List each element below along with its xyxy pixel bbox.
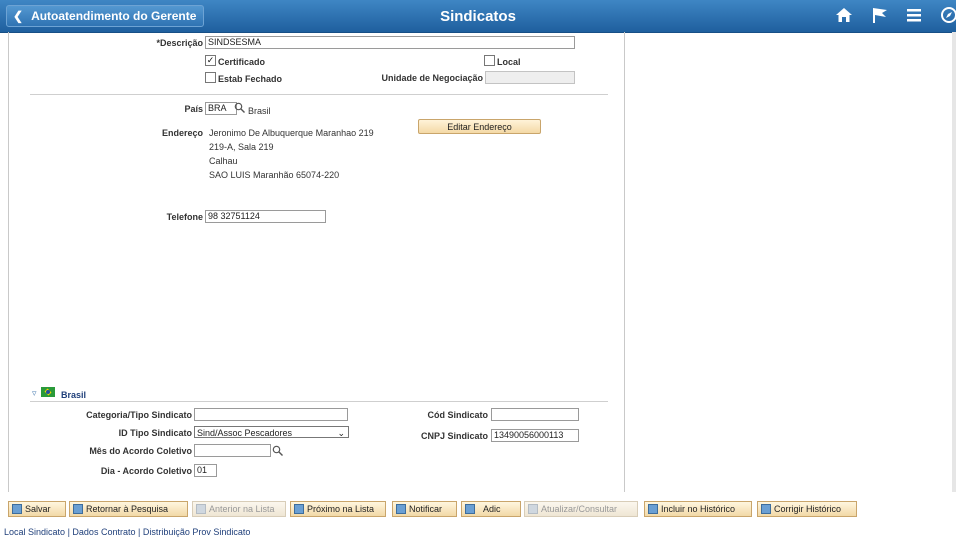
correct-history-icon	[761, 504, 771, 514]
mes-acordo-input[interactable]	[194, 444, 271, 457]
save-icon	[12, 504, 22, 514]
add-label: Adic	[483, 504, 501, 514]
back-button-label: Autoatendimento do Gerente	[31, 9, 197, 23]
cod-sindicato-label: Cód Sindicato	[427, 410, 489, 420]
add-button[interactable]: Adic	[461, 501, 521, 517]
save-button[interactable]: Salvar	[8, 501, 66, 517]
cnpj-input[interactable]: 13490056000113	[491, 429, 579, 442]
categoria-label: Categoria/Tipo Sindicato	[86, 410, 192, 420]
local-label: Local	[497, 57, 521, 67]
unidade-negociacao-input	[485, 71, 575, 84]
previous-in-list-button[interactable]: Anterior na Lista	[192, 501, 286, 517]
estab-fechado-label: Estab Fechado	[218, 74, 283, 84]
previous-in-list-label: Anterior na Lista	[209, 504, 275, 514]
brasil-section-divider	[30, 401, 608, 402]
save-button-label: Salvar	[25, 504, 51, 514]
link-distribuicao[interactable]: Distribuição Prov Sindicato	[143, 527, 251, 537]
action-toolbar: Salvar Retornar à Pesquisa Anterior na L…	[0, 501, 956, 517]
chevron-left-icon: ❮	[13, 9, 24, 23]
endereco-line-4: SAO LUIS Maranhão 65074-220	[209, 170, 340, 180]
link-dados-contrato[interactable]: Dados Contrato	[72, 527, 135, 537]
include-history-label: Incluir no Histórico	[661, 504, 736, 514]
update-display-label: Atualizar/Consultar	[541, 504, 618, 514]
home-icon[interactable]	[835, 6, 853, 28]
estab-fechado-checkbox[interactable]	[205, 72, 216, 83]
telefone-input[interactable]: 98 32751124	[205, 210, 326, 223]
notify-label: Notificar	[409, 504, 443, 514]
link-local-sindicato[interactable]: Local Sindicato	[4, 527, 65, 537]
id-tipo-select[interactable]: Sind/Assoc Pescadores ⌄	[194, 426, 349, 438]
certificado-checkbox[interactable]: ✓	[205, 55, 216, 66]
include-history-icon	[648, 504, 658, 514]
cod-sindicato-input[interactable]	[491, 408, 579, 421]
descricao-label: *Descrição	[156, 38, 203, 48]
telefone-label: Telefone	[166, 212, 203, 222]
update-icon	[528, 504, 538, 514]
descricao-input[interactable]: SINDSESMA	[205, 36, 575, 49]
compass-icon[interactable]	[940, 6, 956, 28]
id-tipo-selected-value: Sind/Assoc Pescadores	[197, 428, 293, 438]
pais-search-icon[interactable]	[234, 102, 245, 113]
id-tipo-label: ID Tipo Sindicato	[118, 428, 192, 438]
chevron-down-icon: ⌄	[337, 428, 345, 438]
brazil-flag-icon	[41, 387, 55, 397]
back-button[interactable]: ❮ Autoatendimento do Gerente	[6, 5, 204, 27]
link-separator: |	[137, 527, 141, 537]
return-arrow-icon	[73, 504, 83, 514]
next-icon	[294, 504, 304, 514]
endereco-line-1: Jeronimo De Albuquerque Maranhao 219	[209, 128, 374, 138]
link-separator: |	[67, 527, 70, 537]
add-icon	[465, 504, 475, 514]
endereco-label: Endereço	[161, 128, 203, 138]
editar-endereco-button[interactable]: Editar Endereço	[418, 119, 541, 134]
return-to-search-button[interactable]: Retornar à Pesquisa	[69, 501, 188, 517]
dia-acordo-label: Dia - Acordo Coletivo	[100, 466, 192, 476]
mes-acordo-label: Mês do Acordo Coletivo	[89, 446, 192, 456]
correct-history-label: Corrigir Histórico	[774, 504, 842, 514]
include-history-button[interactable]: Incluir no Histórico	[644, 501, 752, 517]
notify-button[interactable]: Notificar	[392, 501, 457, 517]
pais-name: Brasil	[248, 106, 271, 116]
menu-icon[interactable]	[905, 6, 923, 28]
top-banner: ❮ Autoatendimento do Gerente Sindicatos	[0, 0, 956, 33]
dia-acordo-input[interactable]: 01	[194, 464, 217, 477]
next-in-list-button[interactable]: Próximo na Lista	[290, 501, 386, 517]
vertical-scrollbar[interactable]	[952, 32, 956, 492]
pais-input[interactable]: BRA	[205, 102, 237, 115]
update-display-button[interactable]: Atualizar/Consultar	[524, 501, 638, 517]
flag-icon[interactable]	[871, 6, 889, 28]
cnpj-label: CNPJ Sindicato	[420, 431, 488, 441]
collapse-triangle-icon[interactable]: ▿	[32, 388, 37, 399]
brasil-section-title: Brasil	[61, 390, 87, 400]
unidade-negociacao-label: Unidade de Negociação	[381, 73, 483, 83]
page-links: Local Sindicato | Dados Contrato | Distr…	[4, 527, 250, 537]
endereco-line-3: Calhau	[209, 156, 238, 166]
mes-acordo-search-icon[interactable]	[272, 445, 283, 456]
correct-history-button[interactable]: Corrigir Histórico	[757, 501, 857, 517]
next-in-list-label: Próximo na Lista	[307, 504, 375, 514]
notify-icon	[396, 504, 406, 514]
endereco-line-2: 219-A, Sala 219	[209, 142, 274, 152]
categoria-input[interactable]	[194, 408, 348, 421]
return-to-search-label: Retornar à Pesquisa	[86, 504, 169, 514]
main-content-panel	[8, 32, 625, 492]
local-checkbox[interactable]	[484, 55, 495, 66]
section-divider	[30, 94, 608, 95]
previous-icon	[196, 504, 206, 514]
certificado-label: Certificado	[218, 57, 266, 67]
pais-label: País	[184, 104, 203, 114]
